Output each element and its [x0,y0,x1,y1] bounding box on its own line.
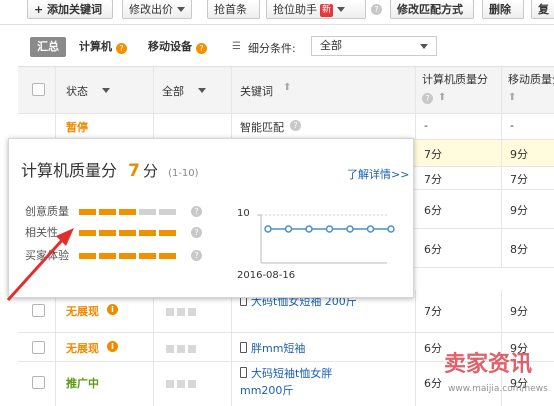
watermark-url: www.maijia.com/news [448,384,548,394]
arrow-shaft [6,236,66,302]
watermark: 卖家资讯 www.maijia.com/news [440,346,554,402]
pointer-arrow [6,228,74,302]
watermark-brand: 卖家资讯 [444,352,533,377]
